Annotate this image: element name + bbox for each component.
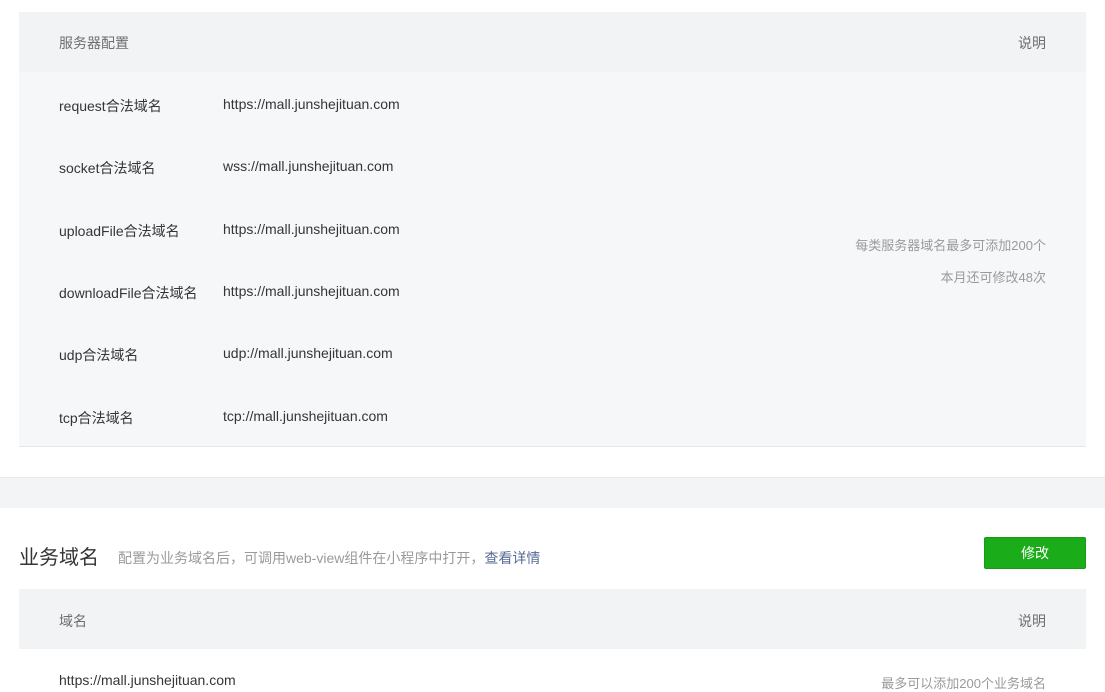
table-row: socket合法域名 wss://mall.junshejituan.com	[19, 134, 1086, 196]
server-config-header-label: 服务器配置	[59, 35, 129, 51]
request-domain-label: request合法域名	[59, 98, 162, 114]
uploadfile-domain-label: uploadFile合法域名	[59, 223, 180, 239]
server-config-header-description: 说明	[1018, 35, 1046, 51]
tcp-domain-value: tcp://mall.junshejituan.com	[223, 408, 388, 424]
business-domain-title: 业务域名	[19, 547, 99, 569]
server-config-table: 服务器配置 说明 request合法域名 https://mall.junshe…	[19, 12, 1086, 447]
business-domain-description-text: 配置为业务域名后，可调用web-view组件在小程序中打开，	[118, 550, 485, 566]
server-modify-count-note: 本月还可修改48次	[940, 270, 1046, 285]
downloadfile-domain-label: downloadFile合法域名	[59, 285, 198, 301]
uploadfile-domain-value: https://mall.junshejituan.com	[223, 221, 400, 237]
server-config-header: 服务器配置 说明	[19, 12, 1086, 72]
table-row: tcp合法域名 tcp://mall.junshejituan.com	[19, 384, 1086, 446]
socket-domain-label: socket合法域名	[59, 160, 156, 176]
udp-domain-label: udp合法域名	[59, 347, 139, 363]
socket-domain-value: wss://mall.junshejituan.com	[223, 158, 394, 174]
section-divider	[0, 477, 1105, 508]
table-row: udp合法域名 udp://mall.junshejituan.com	[19, 321, 1086, 383]
downloadfile-domain-value: https://mall.junshejituan.com	[223, 283, 400, 299]
request-domain-value: https://mall.junshejituan.com	[223, 96, 400, 112]
view-details-link[interactable]: 查看详情	[484, 550, 540, 566]
tcp-domain-label: tcp合法域名	[59, 410, 134, 426]
business-domain-value: https://mall.junshejituan.com	[59, 672, 236, 688]
business-domain-header-description: 说明	[1018, 613, 1046, 629]
business-domain-header-label: 域名	[59, 613, 87, 629]
server-domain-limit-note: 每类服务器域名最多可添加200个	[855, 238, 1046, 253]
modify-button[interactable]: 修改	[984, 537, 1086, 569]
business-domain-limit-note: 最多可以添加200个业务域名	[881, 676, 1046, 691]
business-domain-header: 域名 说明	[19, 589, 1086, 649]
udp-domain-value: udp://mall.junshejituan.com	[223, 345, 393, 361]
table-row: request合法域名 https://mall.junshejituan.co…	[19, 72, 1086, 134]
table-row: downloadFile合法域名 https://mall.junshejitu…	[19, 259, 1086, 321]
business-domain-description: 配置为业务域名后，可调用web-view组件在小程序中打开，查看详情	[118, 548, 540, 568]
